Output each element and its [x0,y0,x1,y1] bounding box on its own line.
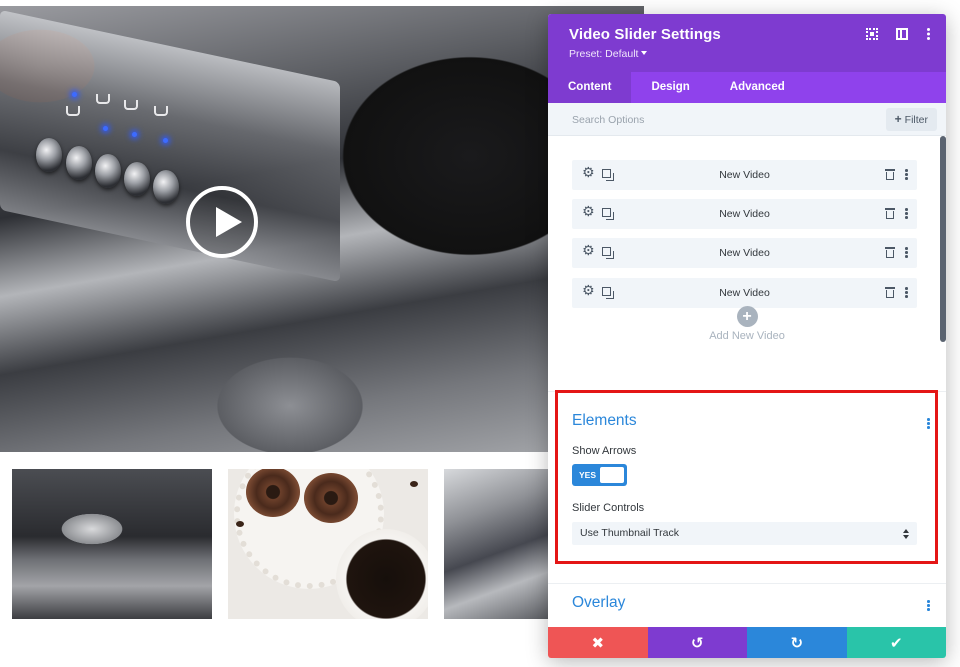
add-new-video-label: Add New Video [548,330,946,342]
more-icon[interactable] [926,28,930,40]
redo-icon[interactable]: ↻ [747,627,847,658]
expand-icon[interactable] [866,28,878,40]
cup-symbol-icon [124,100,138,110]
copy-icon[interactable] [602,247,614,259]
thumbnail-1[interactable] [12,469,212,619]
slider-controls-select[interactable]: Use Thumbnail Track [572,522,917,545]
gear-icon[interactable] [583,287,595,299]
led-light [72,92,77,97]
coffee-bean [410,481,418,487]
trash-icon[interactable] [885,169,895,181]
cake [246,469,300,517]
machine-button [36,138,62,172]
more-icon[interactable] [904,169,908,181]
list-item[interactable]: New Video [572,278,917,308]
modal-header[interactable]: Video Slider Settings Preset: Default [548,14,946,72]
tab-advanced[interactable]: Advanced [710,72,805,103]
video-item-label: New Video [572,199,917,229]
filter-button[interactable]: +Filter [886,108,937,131]
add-new-video-button[interactable]: + Add New Video [548,306,946,342]
more-icon[interactable] [904,287,908,299]
tab-content[interactable]: Content [548,72,631,103]
machine-button [124,162,150,196]
select-arrows-icon [903,529,909,539]
video-item-label: New Video [572,160,917,190]
section-title-overlay[interactable]: Overlay [572,594,922,612]
led-light [163,138,168,143]
slider-controls-label: Slider Controls [572,502,922,514]
caret-down-icon [641,51,647,55]
undo-icon[interactable]: ↺ [648,627,748,658]
columns-icon[interactable] [896,28,908,40]
video-item-label: New Video [572,238,917,268]
copy-icon[interactable] [602,169,614,181]
show-arrows-label: Show Arrows [572,445,922,457]
led-light [132,132,137,137]
cup-symbol-icon [96,94,110,104]
elements-section: Elements Show Arrows YES Slider Controls… [548,391,946,583]
machine-button [95,154,121,188]
led-light [103,126,108,131]
thumbnail-3[interactable] [444,469,548,619]
toggle-text: YES [579,464,596,486]
machine-button [153,170,179,204]
machine-button [66,146,92,180]
more-icon[interactable] [926,600,930,612]
gear-icon[interactable] [583,208,595,220]
filter-label: Filter [905,114,928,126]
gear-icon[interactable] [583,169,595,181]
slider-controls-value: Use Thumbnail Track [580,527,679,539]
header-actions [866,28,930,40]
gear-icon[interactable] [583,247,595,259]
coffee-cup [336,529,428,619]
cup-symbol-icon [154,106,168,116]
cake [304,473,358,523]
cup-symbol-icon [66,106,80,116]
overlay-section: Overlay [548,583,946,623]
more-icon[interactable] [904,247,908,259]
trash-icon[interactable] [885,287,895,299]
toggle-knob [600,467,624,483]
section-title-elements[interactable]: Elements [572,412,922,430]
list-item[interactable]: New Video [572,238,917,268]
tab-bar: Content Design Advanced [548,72,946,103]
page: Video Slider Settings Preset: Default Co… [0,0,960,667]
video-items-list: New Video New Video New Video [548,136,946,391]
list-item[interactable]: New Video [572,199,917,229]
modal-footer: ✖ ↺ ↻ ✔ [548,627,946,658]
trash-icon[interactable] [885,247,895,259]
close-icon[interactable]: ✖ [548,627,648,658]
coffee-bean [236,521,244,527]
search-input[interactable] [562,109,862,130]
copy-icon[interactable] [602,208,614,220]
more-icon[interactable] [926,418,930,430]
settings-modal: Video Slider Settings Preset: Default Co… [548,14,946,658]
plus-icon: + [895,112,902,126]
more-icon[interactable] [904,208,908,220]
video-item-label: New Video [572,278,917,308]
tab-design[interactable]: Design [631,72,709,103]
preset-label: Preset: Default [569,48,638,60]
plus-icon: + [737,306,758,327]
thumbnail-2[interactable] [228,469,428,619]
check-icon[interactable]: ✔ [847,627,947,658]
search-row: +Filter [548,103,946,136]
preset-dropdown[interactable]: Preset: Default [569,48,925,60]
show-arrows-toggle[interactable]: YES [572,464,627,486]
play-icon[interactable] [186,186,258,258]
trash-icon[interactable] [885,208,895,220]
copy-icon[interactable] [602,287,614,299]
list-item[interactable]: New Video [572,160,917,190]
